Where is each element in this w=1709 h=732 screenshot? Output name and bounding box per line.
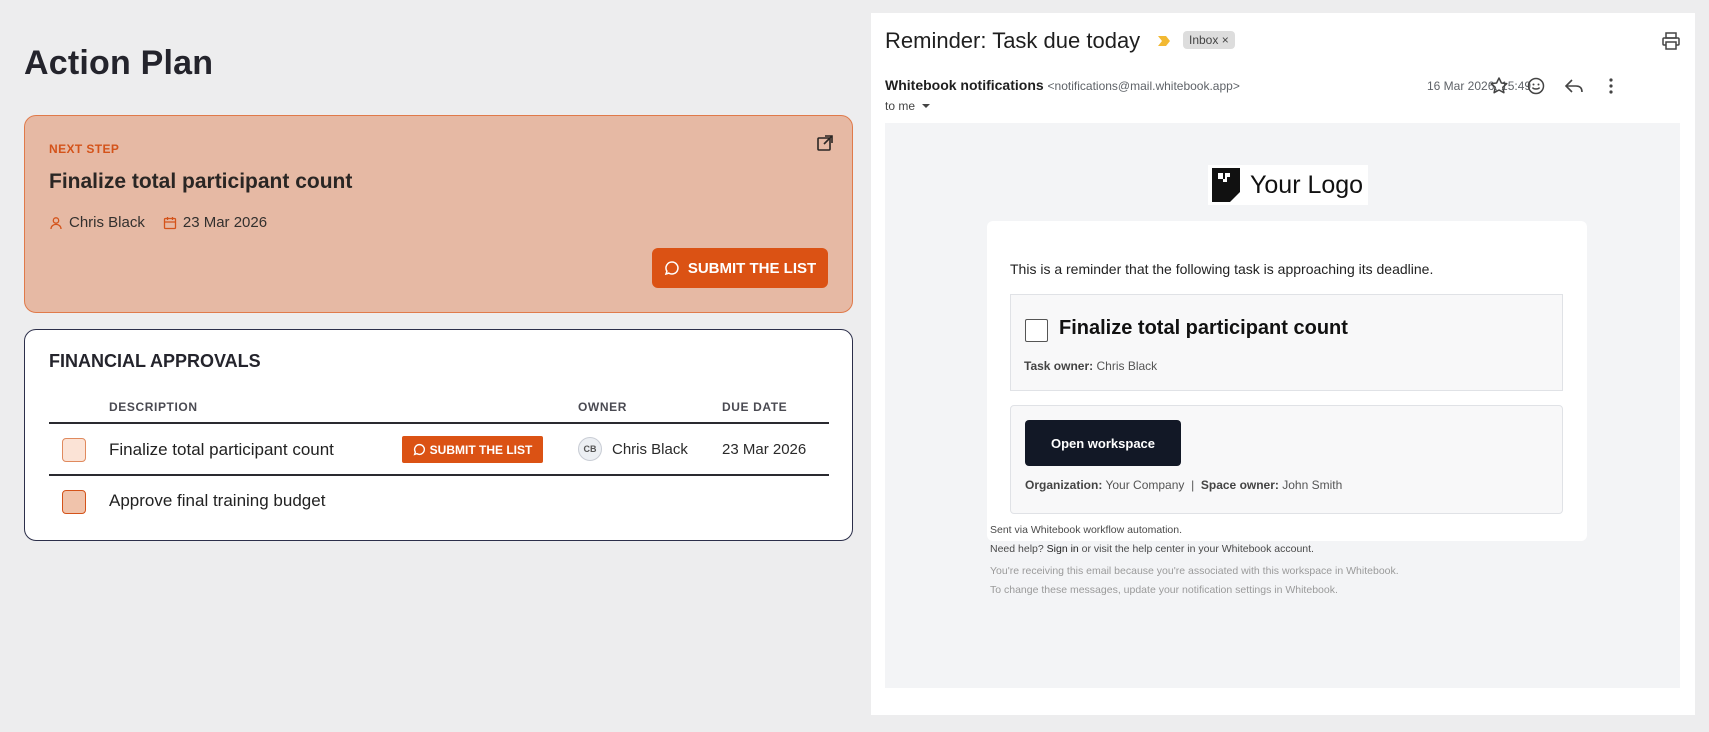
row-checkbox[interactable]	[62, 438, 86, 462]
task-box: Finalize total participant count Task ow…	[1010, 294, 1563, 391]
next-step-card: NEXT STEP Finalize total participant cou…	[24, 115, 853, 313]
footer-line-reason: You're receiving this email because you'…	[990, 565, 1399, 577]
row-submit-list-label: SUBMIT THE LIST	[429, 442, 533, 457]
email-date: 16 Mar 2026, 15:49	[1427, 79, 1532, 93]
calendar-icon	[163, 216, 177, 229]
row-checkbox[interactable]	[62, 490, 86, 514]
organization-label: Organization:	[1025, 478, 1103, 492]
recipient-label: to me	[885, 99, 916, 113]
chat-bubble-icon	[664, 261, 679, 276]
more-options-icon[interactable]	[1600, 75, 1622, 97]
row-submit-list-button[interactable]: SUBMIT THE LIST	[402, 436, 543, 463]
task-checkbox[interactable]	[1025, 319, 1048, 342]
meta-separator: |	[1191, 478, 1195, 492]
task-owner-name: Chris Black	[1096, 359, 1158, 373]
print-icon[interactable]	[1661, 31, 1681, 51]
next-step-meta: Chris Black 23 Mar 2026	[49, 214, 267, 231]
sender-info: Whitebook notifications <notifications@m…	[885, 77, 1240, 93]
table-header-divider	[49, 422, 829, 424]
chevron-down-icon	[922, 104, 931, 108]
importance-marker-icon[interactable]	[1157, 35, 1171, 47]
table-row-description: Approve final training budget	[109, 491, 326, 510]
task-owner-label: Task owner:	[1024, 359, 1094, 373]
submit-list-label: SUBMIT THE LIST	[687, 259, 817, 277]
email-body: Your Logo This is a reminder that the fo…	[885, 123, 1680, 688]
space-owner-label: Space owner:	[1200, 478, 1279, 492]
next-step-label: NEXT STEP	[49, 142, 120, 156]
workspace-meta: Organization: Your Company | Space owner…	[1025, 478, 1342, 492]
footer-line-sent-via: Sent via Whitebook workflow automation.	[990, 524, 1183, 536]
next-step-title: Finalize total participant count	[49, 170, 353, 193]
email-viewer: Reminder: Task due today Inbox × Whitebo…	[871, 13, 1695, 715]
column-header-description: DESCRIPTION	[109, 400, 198, 414]
space-owner-name: John Smith	[1282, 478, 1343, 492]
submit-list-button[interactable]: SUBMIT THE LIST	[652, 248, 828, 288]
footer-help-suffix: or visit the help center in your Whitebo…	[1081, 543, 1314, 555]
email-content-card: This is a reminder that the following ta…	[987, 221, 1587, 541]
row-owner: CB Chris Black	[578, 437, 688, 461]
footer-line-help: Need help? Sign in or visit the help cen…	[990, 543, 1314, 555]
row-divider	[49, 474, 829, 476]
task-owner: Task owner: Chris Black	[1024, 359, 1157, 373]
emoji-icon[interactable]	[1525, 75, 1547, 97]
footer-help-prefix: Need help?	[990, 543, 1044, 555]
email-intro: This is a reminder that the following ta…	[1010, 261, 1434, 277]
open-workspace-button[interactable]: Open workspace	[1025, 420, 1181, 466]
external-link-icon[interactable]	[816, 134, 834, 152]
sender-name: Whitebook notifications	[885, 77, 1044, 93]
task-title: Finalize total participant count	[1059, 317, 1348, 339]
avatar: CB	[578, 437, 602, 461]
logo-text: Your Logo	[1250, 170, 1364, 199]
sender-address: <notifications@mail.whitebook.app>	[1047, 79, 1240, 93]
chat-bubble-icon	[413, 443, 425, 456]
next-step-owner: Chris Black	[69, 214, 145, 231]
person-icon	[50, 216, 62, 229]
column-header-owner: OWNER	[578, 400, 627, 414]
workspace-box: Open workspace Organization: Your Compan…	[1010, 405, 1563, 514]
sign-in-link[interactable]: Sign in	[1047, 543, 1079, 555]
financial-approvals-title: FINANCIAL APPROVALS	[49, 351, 261, 371]
star-icon[interactable]	[1488, 75, 1510, 97]
row-due-date: 23 Mar 2026	[722, 441, 807, 458]
table-row-description: Finalize total participant count	[109, 440, 334, 459]
recipient-dropdown[interactable]: to me	[885, 99, 931, 113]
company-logo: Your Logo	[1208, 165, 1368, 205]
page-title: Action Plan	[24, 44, 214, 82]
row-owner-name: Chris Black	[612, 440, 688, 458]
column-header-due-date: DUE DATE	[722, 400, 788, 414]
footer-line-settings: To change these messages, update your no…	[990, 584, 1338, 596]
next-step-due-date: 23 Mar 2026	[182, 214, 268, 231]
financial-approvals-card: FINANCIAL APPROVALS DESCRIPTION OWNER DU…	[24, 329, 853, 541]
inbox-label-chip[interactable]: Inbox ×	[1183, 31, 1235, 49]
reply-icon[interactable]	[1563, 75, 1585, 97]
logo-mark-icon	[1212, 168, 1240, 202]
organization-name: Your Company	[1105, 478, 1185, 492]
email-subject: Reminder: Task due today	[885, 28, 1141, 53]
